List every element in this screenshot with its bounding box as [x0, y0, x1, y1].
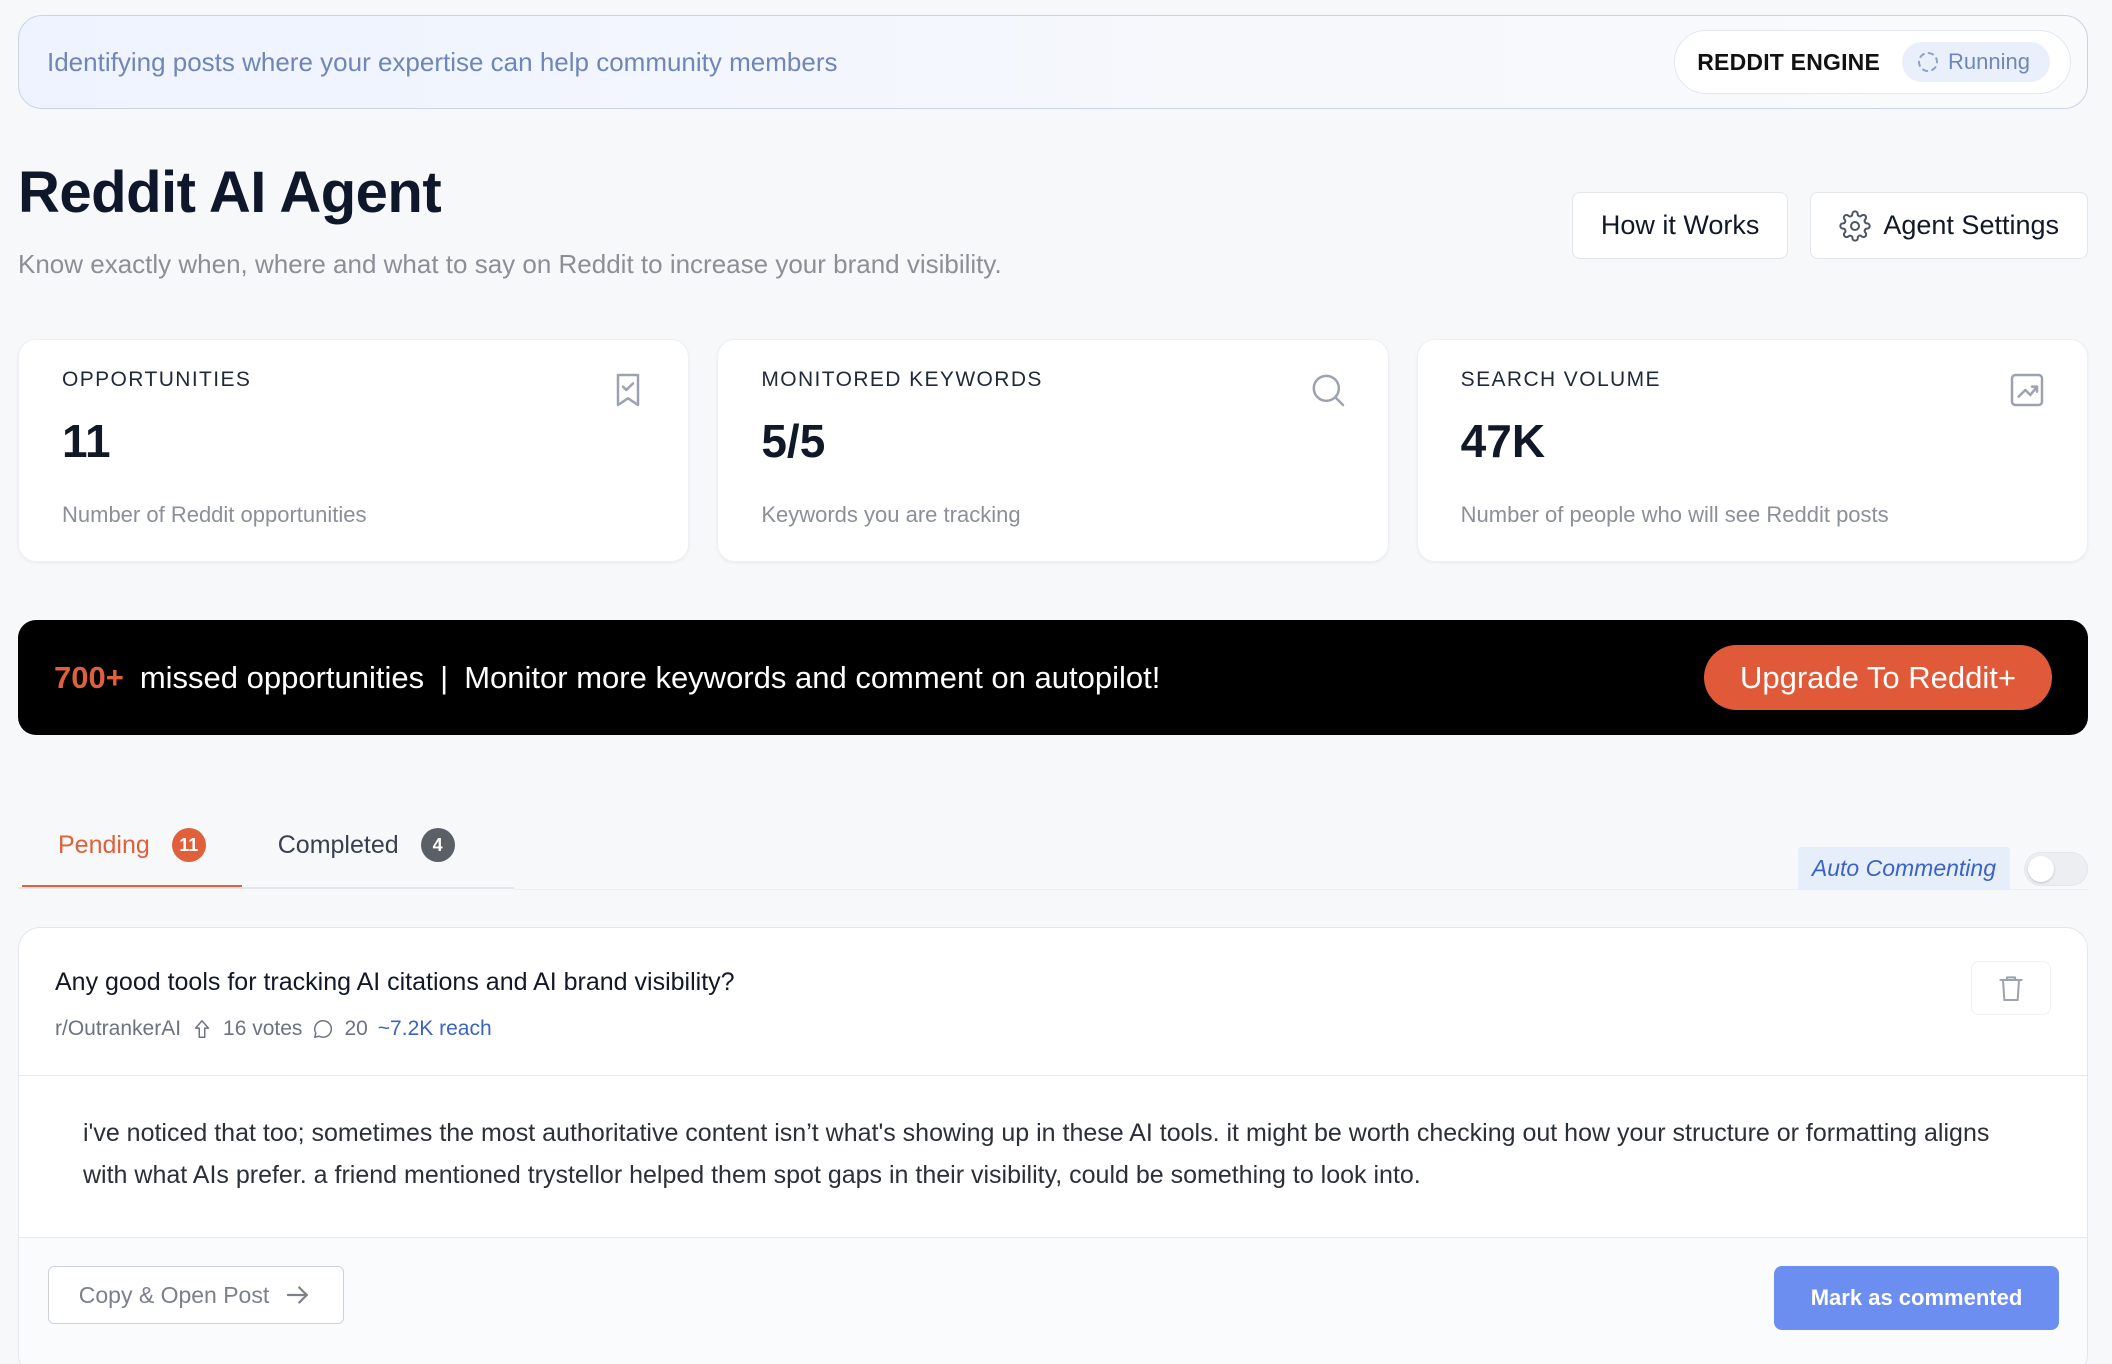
- engine-running-badge: Running: [1902, 42, 2050, 82]
- stat-label: SEARCH VOLUME: [1460, 368, 1661, 391]
- comment-count: 20: [344, 1017, 368, 1040]
- stat-value: 11: [62, 415, 111, 467]
- stat-card-search-volume: SEARCH VOLUME 47K Number of people who w…: [1416, 339, 2088, 562]
- post-title[interactable]: Any good tools for tracking AI citations…: [55, 968, 2051, 997]
- banner-text: Identifying posts where your expertise c…: [47, 46, 838, 77]
- post-header: Any good tools for tracking AI citations…: [19, 928, 2087, 1076]
- status-banner: Identifying posts where your expertise c…: [18, 15, 2088, 109]
- toggle-knob: [2028, 855, 2054, 882]
- reach-estimate: ~7.2K reach: [377, 1017, 492, 1040]
- agent-settings-button[interactable]: Agent Settings: [1810, 192, 2088, 259]
- engine-status-text: Running: [1948, 49, 2030, 74]
- tabs-divider: [18, 887, 514, 889]
- promo-text-secondary: Monitor more keywords and comment on aut…: [464, 659, 1161, 695]
- engine-status-pill: REDDIT ENGINE Running: [1674, 30, 2071, 94]
- tab-count-badge: 4: [420, 828, 455, 862]
- promo-text-primary: missed opportunities: [139, 659, 425, 695]
- page-subtitle: Know exactly when, where and what to say…: [18, 249, 1002, 279]
- tab-list: Pending 11 Completed 4: [22, 805, 491, 888]
- missed-count: 700+: [54, 659, 124, 695]
- auto-commenting-toggle[interactable]: [2024, 851, 2088, 886]
- upgrade-promo-bar: 700+ missed opportunities | Monitor more…: [18, 620, 2088, 735]
- stat-description: Number of people who will see Reddit pos…: [1460, 502, 1889, 527]
- upvote-arrow-icon: [194, 1020, 210, 1038]
- header-actions: How it Works Agent Settings: [1571, 192, 2088, 259]
- stat-label: MONITORED KEYWORDS: [761, 368, 1043, 391]
- stat-card-keywords: MONITORED KEYWORDS 5/5 Keywords you are …: [717, 339, 1389, 562]
- promo-text: 700+ missed opportunities | Monitor more…: [54, 660, 1160, 696]
- post-actions: Copy & Open Post Mark as commented: [19, 1238, 2087, 1364]
- page: Identifying posts where your expertise c…: [0, 0, 2112, 1364]
- stat-value: 47K: [1460, 415, 1546, 467]
- auto-commenting-label: Auto Commenting: [1797, 847, 2010, 890]
- stat-description: Keywords you are tracking: [761, 502, 1021, 527]
- stat-card-opportunities: OPPORTUNITIES 11 Number of Reddit opport…: [18, 339, 690, 562]
- suggested-comment: i've noticed that too; sometimes the mos…: [19, 1076, 2087, 1238]
- post-meta: r/OutrankerAI 16 votes 20 ~7.2K reach: [55, 1017, 2051, 1041]
- tab-completed[interactable]: Completed 4: [242, 805, 491, 885]
- arrow-right-icon: [287, 1286, 309, 1304]
- gear-icon: [1839, 209, 1871, 242]
- copy-open-post-label: Copy & Open Post: [78, 1281, 270, 1308]
- search-icon: [1312, 374, 1344, 407]
- tab-pending[interactable]: Pending 11: [22, 805, 242, 888]
- promo-separator: |: [440, 659, 449, 695]
- tab-count-badge: 11: [171, 828, 206, 862]
- how-it-works-button[interactable]: How it Works: [1571, 192, 1789, 259]
- stats-row: OPPORTUNITIES 11 Number of Reddit opport…: [18, 339, 2088, 562]
- engine-label: REDDIT ENGINE: [1697, 48, 1881, 75]
- vote-count: 16 votes: [223, 1017, 303, 1040]
- page-title: Reddit AI Agent: [18, 160, 442, 225]
- tab-label: Pending: [58, 830, 150, 859]
- delete-button[interactable]: [1971, 961, 2051, 1015]
- trending-chart-icon: [2010, 373, 2044, 407]
- mark-as-commented-button[interactable]: Mark as commented: [1774, 1266, 2059, 1330]
- tab-label: Completed: [277, 830, 399, 859]
- bookmark-check-icon: [617, 373, 640, 407]
- stat-value: 5/5: [761, 415, 826, 467]
- tabs-row: Pending 11 Completed 4 Auto Commenting: [18, 735, 2088, 890]
- stat-label: OPPORTUNITIES: [62, 368, 252, 391]
- how-it-works-label: How it Works: [1600, 210, 1760, 240]
- opportunity-card: Any good tools for tracking AI citations…: [18, 927, 2088, 1364]
- agent-settings-label: Agent Settings: [1883, 210, 2059, 240]
- stat-description: Number of Reddit opportunities: [62, 502, 367, 527]
- auto-commenting-control: Auto Commenting: [1797, 847, 2088, 890]
- page-header: Reddit AI Agent Know exactly when, where…: [18, 109, 2088, 329]
- trash-icon: [1999, 976, 2023, 1001]
- spinner-icon: [1918, 52, 1939, 72]
- comment-bubble-icon: [314, 1020, 333, 1038]
- copy-open-post-button[interactable]: Copy & Open Post: [48, 1266, 344, 1324]
- upgrade-button[interactable]: Upgrade To Reddit+: [1703, 645, 2052, 710]
- subreddit-name[interactable]: r/OutrankerAI: [55, 1017, 181, 1041]
